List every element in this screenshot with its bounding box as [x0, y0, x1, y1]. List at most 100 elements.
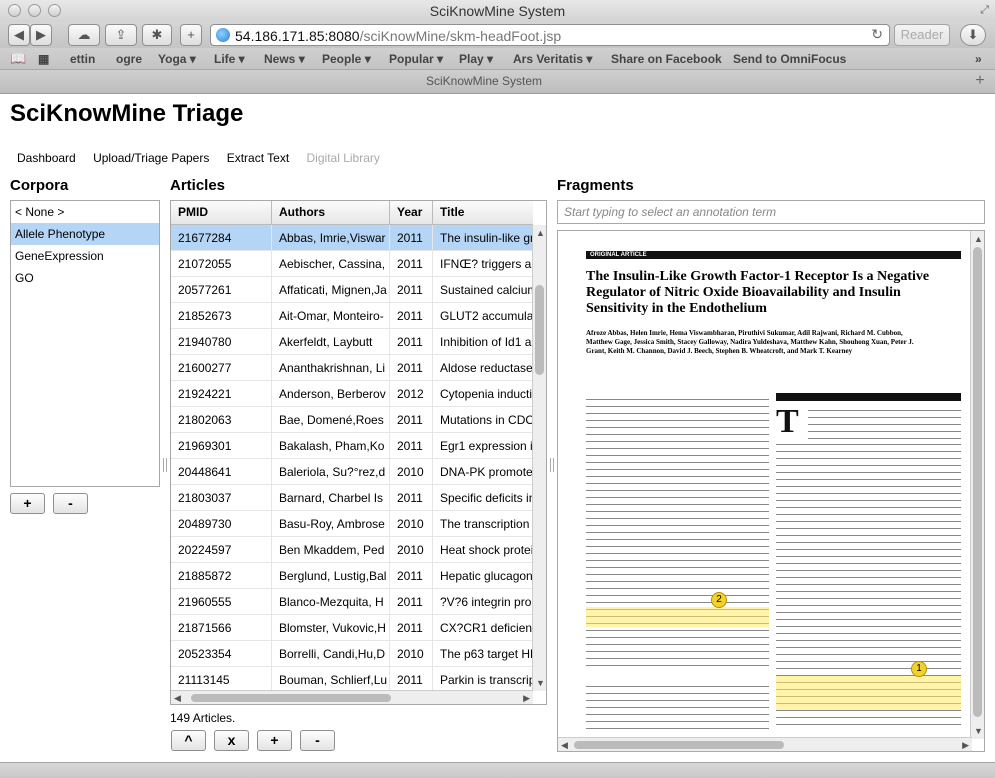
table-row[interactable]: 21072055 Aebischer, Cassina, 2011 IFNŒ? tri…	[171, 251, 533, 277]
scroll-right-icon[interactable]: ▶	[523, 693, 530, 703]
table-row[interactable]: 21940780 Akerfeldt, Laybutt 2011 Inhibition…	[171, 329, 533, 355]
scroll-thumb[interactable]	[973, 247, 982, 717]
browser-toolbar: ◀ ▶ ☁ ⇪ ✱ + 54.186.171.85:8080/sciKnowMi…	[0, 22, 995, 48]
close-window-button[interactable]	[8, 4, 21, 17]
back-button[interactable]: ◀	[8, 24, 30, 46]
table-row[interactable]: 21677284 Abbas, Imrie,Viswar 2011 The insul…	[171, 225, 533, 251]
cell-authors: Baleriola, Su?°rez,d	[272, 459, 390, 485]
highlight-fragment[interactable]	[586, 607, 769, 627]
scroll-thumb[interactable]	[191, 694, 391, 702]
column-header-authors[interactable]: Authors	[272, 201, 390, 225]
fragment-marker[interactable]: 1	[911, 661, 927, 677]
cell-title: Egr1 expression is	[440, 439, 533, 453]
scroll-left-icon[interactable]: ◀	[174, 693, 181, 703]
table-row[interactable]: 20577261 Affaticati, Mignen,Ja 2011 Sustain…	[171, 277, 533, 303]
cell-authors: Ben Mkaddem, Ped	[272, 537, 390, 563]
corpus-item[interactable]: GeneExpression	[11, 245, 159, 267]
top-sites-icon[interactable]: ▦	[38, 51, 49, 67]
downloads-button[interactable]: ⬇	[960, 24, 986, 46]
add-corpus-button[interactable]: +	[10, 493, 45, 514]
table-row[interactable]: 21885872 Berglund, Lustig,Bal 2011 Hepatic …	[171, 563, 533, 589]
reader-button[interactable]: Reader	[894, 24, 950, 46]
reject-article-button[interactable]: x	[214, 730, 249, 751]
table-row[interactable]: 21803037 Barnard, Charbel Is 2011 Specific …	[171, 485, 533, 511]
cell-title: Heat shock protei	[440, 543, 533, 557]
column-header-title[interactable]: Title	[433, 201, 533, 225]
scroll-thumb[interactable]	[535, 285, 544, 375]
cell-authors: Affaticati, Mignen,Ja	[272, 277, 390, 303]
table-row[interactable]: 21852673 Ait-Omar, Monteiro- 2011 GLUT2 acc…	[171, 303, 533, 329]
move-up-button[interactable]: ^	[171, 730, 206, 751]
fragment-marker[interactable]: 2	[711, 592, 727, 608]
highlight-fragment[interactable]	[776, 676, 961, 710]
viewer-horizontal-scrollbar[interactable]: ◀ ▶	[558, 737, 972, 751]
scroll-up-icon[interactable]: ▲	[536, 228, 545, 238]
address-bar[interactable]: 54.186.171.85:8080/sciKnowMine/skm-headF…	[210, 24, 890, 46]
table-row[interactable]: 21871566 Blomster, Vukovic,H 2011 CX?CR1 de…	[171, 615, 533, 641]
bookmark-folder[interactable]: Ars Veritatis ▾	[513, 51, 592, 67]
new-tab-button[interactable]: +	[971, 72, 989, 90]
nav-upload-triage[interactable]: Upload/Triage Papers	[93, 151, 209, 165]
bookmark-folder[interactable]: Popular ▾	[389, 51, 443, 67]
column-header-year[interactable]: Year	[390, 201, 433, 225]
corpus-item[interactable]: Allele Phenotype	[11, 223, 159, 245]
table-row[interactable]: 21802063 Bae, Domené,Roes 2011 Mutations in…	[171, 407, 533, 433]
table-row[interactable]: 21969301 Bakalash, Pham,Ko 2011 Egr1 expres…	[171, 433, 533, 459]
scroll-down-icon[interactable]: ▼	[536, 678, 545, 688]
icloud-tabs-button[interactable]: ☁	[68, 24, 100, 46]
minimize-window-button[interactable]	[28, 4, 41, 17]
table-row[interactable]: 20489730 Basu-Roy, Ambrose 2010 The transcr…	[171, 511, 533, 537]
paper-title[interactable]: The Insulin-Like Growth Factor-1 Recepto…	[586, 269, 946, 317]
remove-article-button[interactable]: -	[300, 730, 335, 751]
cell-year: 2010	[390, 511, 433, 537]
corpus-item[interactable]: GO	[11, 267, 159, 289]
annotation-term-input[interactable]: Start typing to select an annotation ter…	[557, 200, 985, 224]
articles-horizontal-scrollbar[interactable]: ◀ ▶	[171, 690, 533, 704]
table-row[interactable]: 20523354 Borrelli, Candi,Hu,D 2010 The p63 …	[171, 641, 533, 667]
scroll-right-icon[interactable]: ▶	[962, 740, 969, 750]
share-button[interactable]: ⇪	[105, 24, 137, 46]
bookmark-item[interactable]: ettin	[70, 51, 95, 67]
reload-icon[interactable]: ↻	[871, 26, 883, 43]
scroll-left-icon[interactable]: ◀	[561, 740, 568, 750]
corpus-item[interactable]: < None >	[11, 201, 159, 223]
table-row[interactable]: 21960555 Blanco-Mezquita, H 2011 ?V?6 integ…	[171, 589, 533, 615]
nav-dashboard[interactable]: Dashboard	[17, 151, 76, 165]
table-row[interactable]: 21924221 Anderson, Berberov 2012 Cytopenia …	[171, 381, 533, 407]
page-title: SciKnowMine Triage	[10, 100, 244, 127]
scroll-up-icon[interactable]: ▲	[974, 234, 983, 244]
remove-corpus-button[interactable]: -	[53, 493, 88, 514]
more-bookmarks-icon[interactable]: »	[975, 51, 982, 67]
split-handle[interactable]	[550, 458, 554, 472]
bookmark-item[interactable]: Share on Facebook	[611, 51, 722, 67]
table-row[interactable]: 20224597 Ben Mkaddem, Ped 2010 Heat shock p…	[171, 537, 533, 563]
extension-button[interactable]: ✱	[142, 24, 172, 46]
bookmark-folder[interactable]: Play ▾	[459, 51, 493, 67]
nav-extract-text[interactable]: Extract Text	[227, 151, 289, 165]
articles-vertical-scrollbar[interactable]: ▲ ▼	[532, 225, 546, 691]
tab-current[interactable]: SciKnowMine System	[0, 70, 968, 94]
bookmark-item[interactable]: Send to OmniFocus	[733, 51, 846, 67]
scroll-down-icon[interactable]: ▼	[974, 726, 983, 736]
bookmark-folder[interactable]: Life ▾	[214, 51, 245, 67]
forward-button[interactable]: ▶	[30, 24, 52, 46]
paper-authors[interactable]: Afroze Abbas, Helen Imrie, Hema Viswambh…	[586, 329, 916, 356]
bookmark-folder[interactable]: People ▾	[322, 51, 371, 67]
reading-list-icon[interactable]: 📖	[10, 51, 26, 67]
bookmark-folder[interactable]: News ▾	[264, 51, 305, 67]
bookmark-folder[interactable]: Yoga ▾	[158, 51, 196, 67]
column-header-pmid[interactable]: PMID	[171, 201, 272, 225]
table-row[interactable]: 21600277 Ananthakrishnan, Li 2011 Aldose re…	[171, 355, 533, 381]
zoom-window-button[interactable]	[48, 4, 61, 17]
table-row[interactable]: 20448641 Baleriola, Su?°rez,d 2010 DNA-PK p…	[171, 459, 533, 485]
fullscreen-icon[interactable]: ⤢	[980, 4, 989, 16]
bookmark-item[interactable]: ogre	[116, 51, 142, 67]
add-bookmark-button[interactable]: +	[180, 24, 202, 46]
site-globe-icon	[216, 28, 230, 42]
scroll-thumb[interactable]	[574, 741, 784, 749]
intro-text[interactable]	[808, 407, 961, 439]
cell-title: GLUT2 accumula	[440, 309, 533, 323]
split-handle[interactable]	[163, 458, 167, 472]
viewer-vertical-scrollbar[interactable]: ▲ ▼	[970, 231, 984, 739]
add-article-button[interactable]: +	[257, 730, 292, 751]
